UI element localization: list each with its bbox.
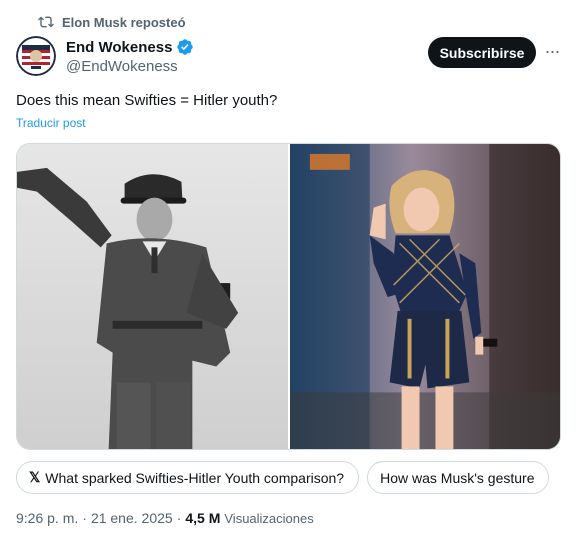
more-options-icon[interactable]: ··· [541, 40, 563, 62]
grok-icon: 𝕏 [29, 469, 41, 485]
views-count[interactable]: 4,5 M [185, 510, 220, 526]
author-handle[interactable]: @EndWokeness [66, 58, 178, 75]
translate-link[interactable]: Traducir post [16, 116, 86, 130]
grok-chip-sparked[interactable]: 𝕏 What sparked Swifties-Hitler Youth com… [16, 461, 360, 494]
media-photo-right[interactable] [290, 144, 560, 449]
meta-separator: · [82, 510, 87, 526]
tweet-date[interactable]: 21 ene. 2025 [91, 510, 173, 526]
chip-label: How was Musk's gesture [380, 469, 535, 486]
media-photo-left[interactable] [17, 144, 288, 449]
avatar[interactable] [16, 36, 56, 76]
author-name[interactable]: End Wokeness [66, 39, 172, 56]
chip-label: What sparked Swifties-Hitler Youth compa… [45, 469, 345, 486]
meta-separator: · [176, 510, 182, 526]
repost-indicator[interactable]: Elon Musk reposteó [38, 14, 186, 30]
grok-suggestions: 𝕏 What sparked Swifties-Hitler Youth com… [16, 461, 576, 495]
tweet-meta: 9:26 p. m. · 21 ene. 2025 · 4,5 M Visual… [16, 510, 314, 526]
views-label: Visualizaciones [224, 511, 314, 526]
verified-badge-icon [177, 39, 194, 55]
grok-chip-gesture[interactable]: How was Musk's gesture [367, 461, 550, 494]
repost-label: Elon Musk reposteó [62, 14, 186, 30]
tweet-time[interactable]: 9:26 p. m. [16, 510, 78, 526]
subscribe-button[interactable]: Subscribirse [428, 37, 536, 68]
tweet-text: Does this mean Swifties = Hitler youth? [16, 92, 278, 109]
tweet-media[interactable] [16, 143, 561, 450]
repost-icon [38, 16, 54, 28]
